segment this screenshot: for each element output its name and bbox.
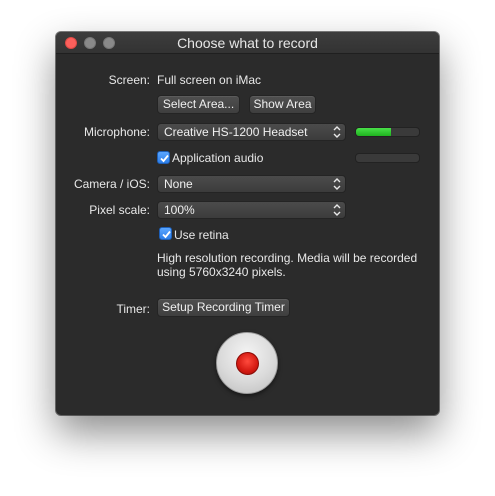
record-dialog-window: Choose what to record Screen: Full scree… [56,32,439,415]
camera-selected-value: None [164,177,193,191]
select-arrows-icon [333,126,341,138]
record-button[interactable] [216,332,278,394]
show-area-button[interactable]: Show Area [249,95,316,114]
microphone-selected-value: Creative HS-1200 Headset [164,125,308,139]
microphone-select[interactable]: Creative HS-1200 Headset [157,123,346,141]
titlebar: Choose what to record [56,32,439,54]
timer-label: Timer: [116,302,150,316]
checkmark-icon [162,230,171,239]
retina-note-line-1: High resolution recording. Media will be… [157,251,418,265]
microphone-level-meter [355,127,420,137]
select-area-button[interactable]: Select Area... [157,95,240,114]
application-audio-label: Application audio [172,151,264,165]
window-title: Choose what to record [177,35,318,51]
setup-recording-timer-button[interactable]: Setup Recording Timer [157,298,290,317]
microphone-level-fill [356,128,391,136]
retina-note-line-2: using 5760x3240 pixels. [157,265,286,279]
application-audio-checkbox[interactable] [157,151,170,164]
camera-select[interactable]: None [157,175,346,193]
select-arrows-icon [333,204,341,216]
screen-value: Full screen on iMac [157,73,262,87]
screen-label: Screen: [108,73,150,87]
microphone-label: Microphone: [83,125,150,139]
application-audio-level-meter [355,153,420,163]
use-retina-checkbox[interactable] [159,227,172,240]
use-retina-label: Use retina [174,228,229,242]
pixel-scale-selected-value: 100% [164,203,195,217]
pixel-scale-select[interactable]: 100% [157,201,346,219]
checkmark-icon [160,154,169,163]
record-dot-icon [236,352,259,375]
pixel-scale-label: Pixel scale: [89,203,150,217]
camera-label: Camera / iOS: [73,177,150,191]
select-arrows-icon [333,178,341,190]
